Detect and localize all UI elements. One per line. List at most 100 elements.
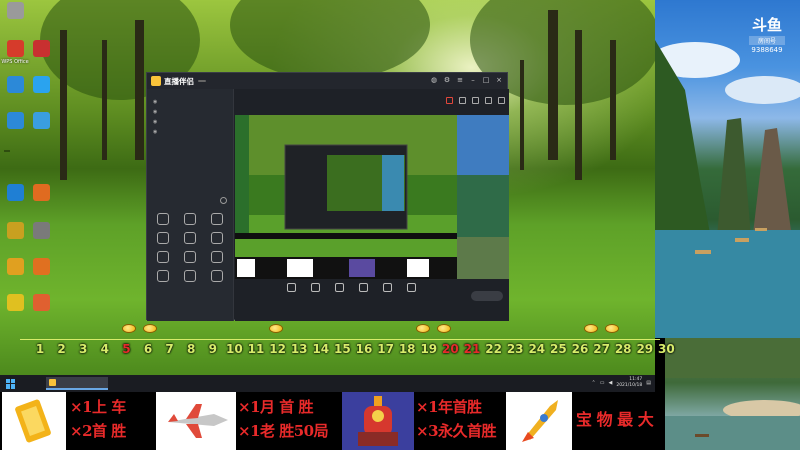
tools-collapse-icon[interactable]: [220, 197, 227, 204]
tool-button[interactable]: [203, 213, 230, 226]
menu-icon[interactable]: ≡: [456, 76, 464, 84]
preview-tool-button[interactable]: [311, 283, 320, 293]
preview-tool-button[interactable]: [287, 283, 296, 293]
desktop-icon[interactable]: [2, 184, 28, 203]
desktop-icon[interactable]: [2, 222, 28, 241]
calendar-day: 28: [614, 342, 632, 356]
calendar-day: 15: [334, 342, 351, 356]
desktop-icon[interactable]: WPS Office: [1, 40, 29, 65]
calendar-coin-icon: [584, 324, 598, 333]
app-icon: [32, 184, 50, 201]
desktop-icon[interactable]: [28, 76, 54, 95]
app-icon: [32, 112, 50, 129]
desktop-icon[interactable]: [2, 76, 28, 95]
tool-icon: [210, 232, 223, 244]
tool-button[interactable]: [149, 251, 176, 264]
tool-icon: [156, 213, 169, 225]
notification-icon[interactable]: ▤: [646, 380, 651, 386]
desktop-icon[interactable]: [2, 258, 28, 277]
desktop-icon[interactable]: [28, 294, 54, 313]
tool-button[interactable]: [149, 270, 176, 283]
calendar-day: 7: [165, 342, 174, 356]
reward-text-2: ×1月 首 胜 ×1老 胜50局: [238, 395, 329, 443]
live-assistant-window[interactable]: 直播伴侣 ◍ ⚙ ≡ – □ × ◉ ◉ ◉ ◉: [146, 72, 509, 321]
eye-icon[interactable]: ◉: [153, 119, 157, 125]
preview-tool-button[interactable]: [359, 283, 368, 293]
skin-icon[interactable]: ◍: [430, 76, 438, 84]
settings-icon[interactable]: ⚙: [443, 76, 451, 84]
tool-button[interactable]: [203, 270, 230, 283]
tray-up-icon[interactable]: ⌃: [592, 380, 596, 386]
volume-icon[interactable]: ◀: [608, 380, 612, 386]
clock[interactable]: 11:47 2021/10/18: [616, 377, 642, 389]
reward-text-1: ×1上 车 ×2首 胜: [70, 395, 126, 443]
close-icon[interactable]: ×: [495, 76, 503, 84]
tool-icon: [156, 251, 169, 263]
calendar-day: 27: [593, 342, 610, 356]
tool-icon: [183, 251, 196, 263]
calendar-coin-icon: [437, 324, 451, 333]
tool-button[interactable]: [149, 213, 176, 226]
app-title: 直播伴侣: [164, 76, 194, 86]
gold-bar-icon: [2, 392, 66, 450]
layout-icon[interactable]: [472, 97, 479, 104]
taskbar-app-button[interactable]: [46, 377, 108, 390]
go-live-button[interactable]: [471, 291, 503, 301]
preview-tool-icon: [311, 283, 320, 292]
gift-icon[interactable]: [446, 97, 453, 104]
tool-icon: [210, 213, 223, 225]
desktop-icon[interactable]: [28, 40, 54, 59]
desktop-icon[interactable]: [28, 184, 54, 203]
eye-icon[interactable]: ◉: [153, 129, 157, 135]
calendar-day: 5: [122, 342, 131, 356]
scene-row[interactable]: ◉: [147, 97, 233, 107]
scene-row[interactable]: ◉: [147, 117, 233, 127]
tool-button[interactable]: [203, 232, 230, 245]
app-titlebar[interactable]: 直播伴侣 ◍ ⚙ ≡ – □ ×: [147, 73, 507, 89]
calendar-day: 23: [506, 342, 524, 356]
scene-list: ◉ ◉ ◉ ◉: [147, 97, 233, 137]
scenery-video-bottom: [665, 338, 800, 450]
desktop-icon[interactable]: [2, 2, 28, 21]
preview-tool-button[interactable]: [335, 283, 344, 293]
calendar-day: 26: [571, 342, 589, 356]
app-icon: [6, 258, 24, 275]
brand-watermark: 斗鱼 房间号 9388649: [745, 14, 789, 54]
desktop-icon[interactable]: [28, 258, 54, 277]
preview-tool-button[interactable]: [407, 283, 416, 293]
eye-icon[interactable]: ◉: [153, 99, 157, 105]
maximize-icon[interactable]: □: [482, 76, 490, 84]
lock-icon[interactable]: [459, 97, 466, 104]
calendar-day: 3: [79, 342, 88, 356]
tool-button[interactable]: [176, 232, 203, 245]
scene-row[interactable]: ◉: [147, 127, 233, 137]
start-icon[interactable]: [6, 378, 20, 389]
calendar-coin-icon: [269, 324, 283, 333]
desktop-icon[interactable]: [28, 222, 54, 241]
scene-row[interactable]: ◉: [147, 107, 233, 117]
eye-icon[interactable]: ◉: [153, 109, 157, 115]
share-icon[interactable]: [485, 97, 492, 104]
reward-text-4: 宝 物 最 大: [576, 408, 654, 432]
room-number-label: 房间号: [749, 36, 785, 45]
more-icon[interactable]: [498, 97, 505, 104]
computer-icon: [6, 76, 24, 93]
tool-button[interactable]: [203, 251, 230, 264]
minimize-icon[interactable]: –: [469, 76, 477, 84]
calendar-day: 29: [636, 342, 654, 356]
preview-tool-button[interactable]: [383, 283, 392, 293]
tool-button[interactable]: [149, 232, 176, 245]
reward-text-3: ×1年首胜 ×3永久首胜: [416, 395, 497, 443]
app-icon: [6, 294, 24, 311]
tool-button[interactable]: [176, 213, 203, 226]
tool-button[interactable]: [176, 270, 203, 283]
desktop-icon[interactable]: [28, 112, 54, 131]
desktop-icon[interactable]: [2, 294, 28, 313]
tool-button[interactable]: [176, 251, 203, 264]
desktop-icon[interactable]: [2, 112, 28, 131]
network-icon[interactable]: ▭: [600, 380, 605, 386]
calendar-day: 9: [208, 342, 217, 356]
calendar-day: 2: [57, 342, 66, 356]
desktop-icon-label: WPS Office: [1, 59, 29, 65]
tool-icon: [210, 251, 223, 263]
